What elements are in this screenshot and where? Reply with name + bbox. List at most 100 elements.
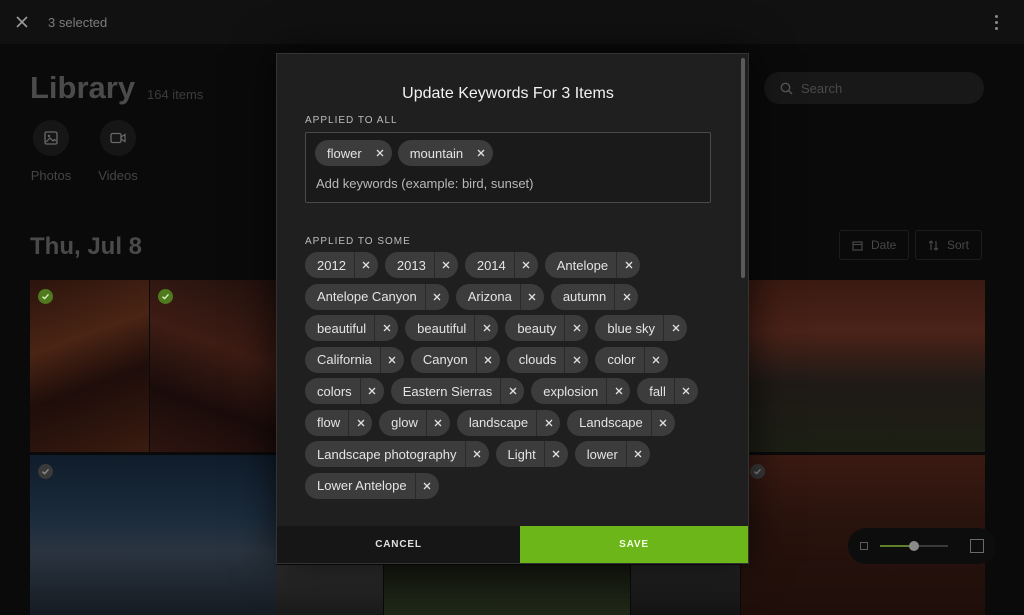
keyword-chip-label: beauty xyxy=(517,320,557,336)
remove-keyword-icon[interactable] xyxy=(519,283,544,310)
small-size-icon xyxy=(860,542,868,550)
remove-keyword-icon[interactable] xyxy=(474,315,498,341)
keyword-chip-label: Eastern Sierras xyxy=(402,383,493,399)
keyword-input[interactable] xyxy=(316,176,696,191)
save-button[interactable]: SAVE xyxy=(520,526,748,563)
keyword-chip: 2013 xyxy=(384,252,458,278)
remove-keyword-icon[interactable] xyxy=(359,378,384,404)
remove-keyword-icon[interactable] xyxy=(614,283,638,310)
remove-keyword-icon[interactable] xyxy=(353,252,378,278)
slider-track[interactable] xyxy=(879,541,949,551)
keyword-chip: California xyxy=(305,346,404,373)
thumbnail-size-slider[interactable] xyxy=(848,528,996,564)
photo-thumbnail[interactable] xyxy=(30,280,149,452)
keyword-chip: Light xyxy=(495,441,568,467)
video-icon xyxy=(100,120,136,156)
keyword-chip: Arizona xyxy=(455,283,544,310)
remove-keyword-icon[interactable] xyxy=(425,409,450,436)
tab-videos-label: Videos xyxy=(98,168,138,183)
keyword-chip-label: landscape xyxy=(468,415,529,430)
update-keywords-dialog: Update Keywords For 3 Items APPLIED TO A… xyxy=(276,53,749,564)
tab-photos[interactable]: Photos xyxy=(21,120,81,183)
remove-keyword-icon[interactable] xyxy=(374,315,398,341)
close-icon xyxy=(16,16,28,28)
check-icon[interactable] xyxy=(750,464,765,479)
photo-thumbnail[interactable] xyxy=(30,455,276,615)
keyword-chip-label: flow xyxy=(317,415,341,430)
keyword-chip: mountain xyxy=(397,140,494,166)
keyword-chip-label: Antelope Canyon xyxy=(317,289,417,304)
keyword-chip: Canyon xyxy=(410,346,500,373)
cancel-button[interactable]: CANCEL xyxy=(277,526,520,563)
remove-keyword-icon[interactable] xyxy=(471,140,491,166)
search-field[interactable]: Search xyxy=(764,72,984,104)
tab-photos-label: Photos xyxy=(30,168,72,183)
photo-thumbnail[interactable] xyxy=(150,280,276,452)
photo-thumbnail[interactable] xyxy=(384,565,630,615)
keyword-chip-label: Lower Antelope xyxy=(317,478,407,493)
keyword-chip: Landscape xyxy=(567,409,675,436)
remove-keyword-icon[interactable] xyxy=(379,346,404,373)
remove-keyword-icon[interactable] xyxy=(643,346,668,373)
keyword-chip: 2014 xyxy=(464,252,538,278)
check-icon[interactable] xyxy=(38,464,53,479)
remove-keyword-icon[interactable] xyxy=(513,252,538,278)
keyword-chip: beautiful xyxy=(305,315,399,341)
remove-keyword-icon[interactable] xyxy=(673,378,698,404)
remove-keyword-icon[interactable] xyxy=(475,346,500,373)
applied-to-some-chips: 2012 2013 2014 Antelope Antelope Canyon Arizo… xyxy=(305,252,715,526)
dialog-scrollbar[interactable] xyxy=(741,58,745,278)
remove-keyword-icon[interactable] xyxy=(564,346,588,373)
keyword-chip: colors xyxy=(305,378,384,404)
remove-keyword-icon[interactable] xyxy=(348,409,372,436)
photo-thumbnail[interactable] xyxy=(276,565,383,615)
applied-to-all-chips: flower mountain xyxy=(315,140,494,166)
keyword-chip-label: colors xyxy=(317,383,352,399)
keyword-chip-label: beautiful xyxy=(417,320,467,336)
tab-videos[interactable]: Videos xyxy=(88,120,148,183)
large-size-icon xyxy=(970,539,984,553)
photo-thumbnail[interactable] xyxy=(631,565,740,615)
applied-to-some-label: APPLIED TO SOME xyxy=(305,236,411,247)
remove-keyword-icon[interactable] xyxy=(464,441,489,467)
remove-keyword-icon[interactable] xyxy=(370,140,390,166)
keyword-chip-label: autumn xyxy=(562,289,607,304)
image-icon xyxy=(33,120,69,156)
slider-handle[interactable] xyxy=(908,541,919,551)
keyword-chip-label: flower xyxy=(327,145,362,161)
keyword-chip-label: fall xyxy=(649,383,666,399)
remove-keyword-icon[interactable] xyxy=(543,441,568,467)
keyword-chip-label: 2013 xyxy=(396,257,426,273)
keyword-chip-label: Landscape xyxy=(579,415,643,430)
remove-keyword-icon[interactable] xyxy=(424,283,449,310)
close-selection-button[interactable] xyxy=(0,0,44,44)
keyword-chip-label: explosion xyxy=(543,383,599,399)
search-placeholder: Search xyxy=(801,80,843,96)
date-filter-button[interactable]: Date xyxy=(839,230,910,260)
photo-thumbnail[interactable] xyxy=(741,280,985,452)
dialog-title: Update Keywords For 3 Items xyxy=(402,85,614,102)
remove-keyword-icon[interactable] xyxy=(663,315,687,341)
remove-keyword-icon[interactable] xyxy=(536,409,560,436)
remove-keyword-icon[interactable] xyxy=(500,378,524,404)
remove-keyword-icon[interactable] xyxy=(414,472,439,499)
check-icon[interactable] xyxy=(158,289,173,304)
remove-keyword-icon[interactable] xyxy=(606,378,630,404)
remove-keyword-icon[interactable] xyxy=(625,441,650,467)
sort-button[interactable]: Sort xyxy=(915,230,983,260)
keyword-chip-label: Landscape photography xyxy=(317,446,457,462)
keyword-input-box[interactable]: flower mountain xyxy=(305,132,711,203)
remove-keyword-icon[interactable] xyxy=(564,315,588,341)
applied-to-all-label: APPLIED TO ALL xyxy=(305,115,398,126)
more-vertical-icon[interactable] xyxy=(986,12,1006,32)
keyword-chip-label: glow xyxy=(391,415,418,430)
check-icon[interactable] xyxy=(38,289,53,304)
dialog-footer: CANCEL SAVE xyxy=(277,526,748,563)
remove-keyword-icon[interactable] xyxy=(650,409,675,436)
keyword-chip-label: blue sky xyxy=(607,320,656,336)
keyword-chip-label: mountain xyxy=(409,145,464,161)
remove-keyword-icon[interactable] xyxy=(616,252,640,278)
remove-keyword-icon[interactable] xyxy=(433,252,458,278)
date-filter-label: Date xyxy=(871,238,897,252)
keyword-chip: beautiful xyxy=(405,315,499,341)
